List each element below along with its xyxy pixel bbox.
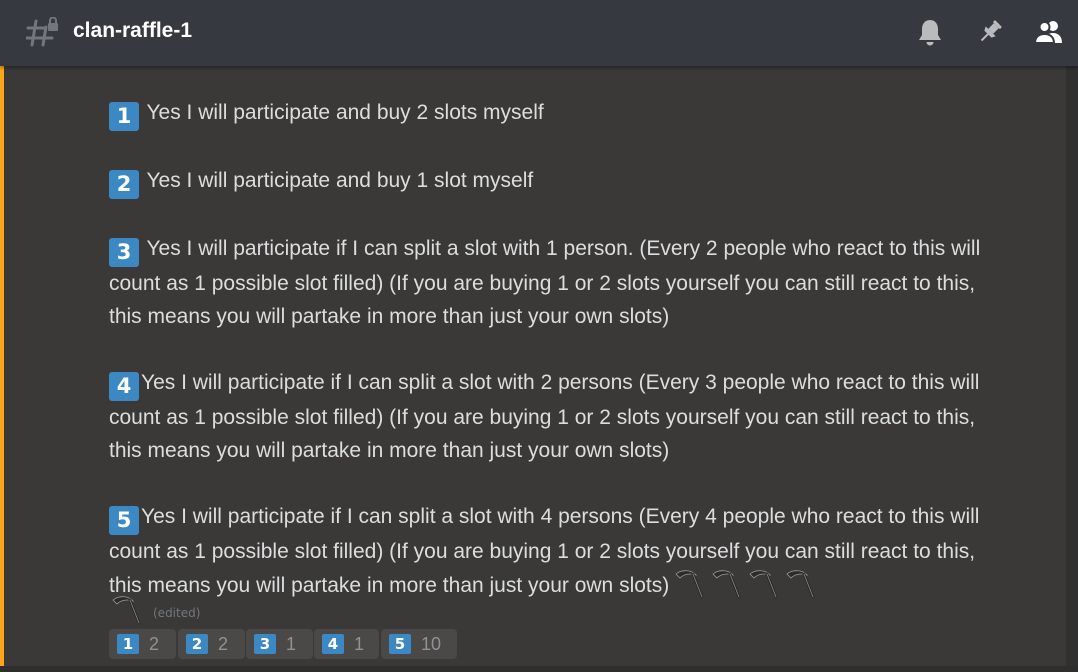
edited-label: (edited): [153, 606, 201, 620]
scrollbar-track[interactable]: [1066, 66, 1078, 672]
message-line-text: Yes I will participate if I can split a …: [109, 505, 980, 597]
message-line-5: 5 Yes I will participate if I can split a…: [109, 500, 1009, 602]
reaction-keycap-3[interactable]: 3 1: [246, 629, 313, 659]
scythe-emoji-icon: [709, 568, 743, 600]
message-line-4: 4 Yes I will participate if I can split a…: [109, 366, 1009, 467]
channel-header: clan-raffle-1: [0, 0, 1078, 66]
channel-name: clan-raffle-1: [73, 19, 193, 42]
message-line-text: Yes I will participate if I can split a …: [109, 237, 981, 328]
message-line-2: 2 Yes I will participate and buy 1 slot …: [109, 164, 1009, 199]
notification-bell-icon[interactable]: [914, 16, 946, 48]
scythe-emoji-icon: [746, 568, 780, 600]
message-line-text: Yes I will participate and buy 2 slots m…: [146, 101, 544, 124]
scythe-emoji-icon: [672, 568, 706, 600]
keycap-1-emoji: 1: [109, 102, 139, 131]
message-line-text: Yes I will participate and buy 1 slot my…: [146, 169, 534, 192]
keycap-2-emoji: 2: [109, 170, 139, 199]
reaction-count: 10: [421, 634, 442, 654]
member-list-icon[interactable]: [1033, 16, 1065, 48]
locked-hash-channel-icon: [26, 17, 58, 47]
reaction-keycap-2[interactable]: 2 2: [178, 629, 245, 659]
message-content: 1 Yes I will participate and buy 2 slots…: [109, 96, 1009, 602]
keycap-1-emoji: 1: [117, 634, 139, 654]
pin-icon[interactable]: [974, 16, 1006, 48]
message-line-text: Yes I will participate if I can split a …: [109, 371, 980, 462]
message-line-3: 3 Yes I will participate if I can split …: [109, 232, 1009, 333]
reaction-count: 2: [149, 634, 160, 654]
reaction-count: 1: [286, 634, 297, 654]
keycap-4-emoji: 4: [322, 634, 344, 654]
bottom-edge: [0, 666, 1078, 672]
keycap-5-emoji: 5: [109, 506, 139, 535]
edited-line: (edited): [109, 594, 200, 626]
keycap-2-emoji: 2: [186, 634, 208, 654]
reaction-keycap-1[interactable]: 1 2: [109, 629, 176, 659]
mention-highlight-bar: [0, 66, 4, 666]
reaction-count: 2: [218, 634, 229, 654]
reaction-count: 1: [354, 634, 365, 654]
reaction-keycap-5[interactable]: 5 10: [381, 629, 457, 659]
keycap-5-emoji: 5: [389, 634, 411, 654]
scythe-emoji-icon: [783, 568, 817, 600]
keycap-4-emoji: 4: [109, 372, 139, 401]
keycap-3-emoji: 3: [109, 238, 139, 267]
message-line-1: 1 Yes I will participate and buy 2 slots…: [109, 96, 1009, 131]
scythe-emoji-icon: [109, 594, 143, 626]
keycap-3-emoji: 3: [254, 634, 276, 654]
reaction-keycap-4[interactable]: 4 1: [314, 629, 379, 659]
